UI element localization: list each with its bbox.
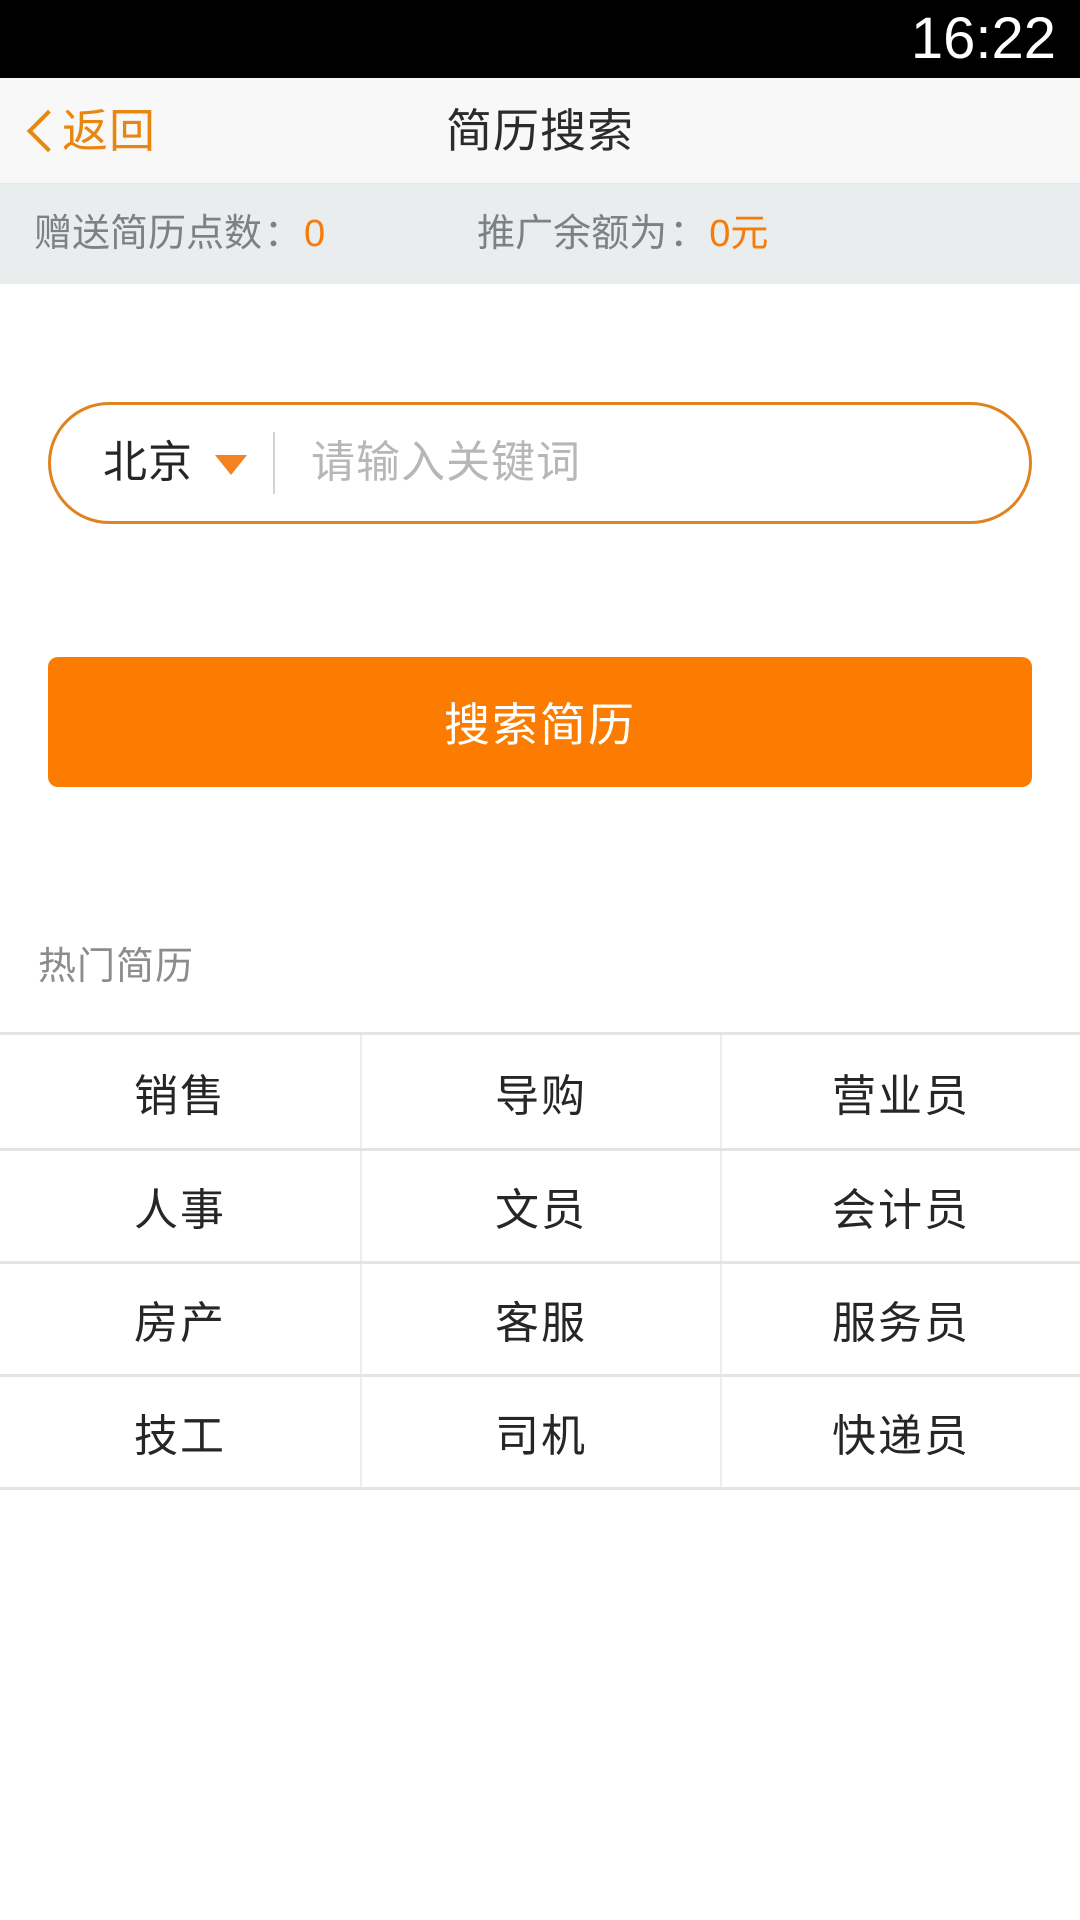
promotion-balance-value: 0 — [709, 213, 731, 255]
resume-points-colon: ： — [264, 213, 303, 255]
hot-category-cell[interactable]: 技工 — [0, 1377, 360, 1487]
hot-resumes-row: 销售 导购 营业员 — [0, 1035, 1080, 1148]
hot-category-cell[interactable]: 服务员 — [720, 1264, 1080, 1374]
hot-category-cell[interactable]: 销售 — [0, 1035, 360, 1148]
hot-category-cell[interactable]: 会计员 — [720, 1151, 1080, 1261]
status-bar: 16:22 — [0, 0, 1080, 78]
hot-resumes-row: 房产 客服 服务员 — [0, 1261, 1080, 1374]
back-button-label: 返回 — [62, 104, 156, 157]
promotion-balance-label: 推广余额为 — [477, 213, 668, 255]
resume-points-value: 0 — [304, 213, 326, 255]
back-button[interactable]: 返回 — [0, 78, 156, 183]
status-bar-clock: 16:22 — [910, 6, 1056, 71]
hot-category-cell[interactable]: 司机 — [360, 1377, 720, 1487]
hot-resumes-title: 热门简历 — [38, 946, 195, 988]
hot-category-cell[interactable]: 文员 — [360, 1151, 720, 1261]
hot-category-cell[interactable]: 人事 — [0, 1151, 360, 1261]
resume-points-label: 赠送简历点数 — [34, 213, 263, 255]
hot-resumes-row: 人事 文员 会计员 — [0, 1148, 1080, 1261]
account-info-bar: 赠送简历点数 ： 0 推广余额为 ： 0 元 — [0, 184, 1080, 284]
caret-down-icon — [215, 455, 247, 475]
hot-category-cell[interactable]: 房产 — [0, 1264, 360, 1374]
search-resume-button[interactable]: 搜索简历 — [48, 657, 1032, 787]
resume-points-info: 赠送简历点数 ： 0 — [34, 215, 325, 253]
navigation-bar: 返回 简历搜索 — [0, 78, 1080, 184]
main-content: 北京 搜索简历 热门简历 销售 导购 营业员 人事 文员 会计员 房产 客 — [0, 402, 1080, 1490]
promotion-balance-unit: 元 — [730, 213, 769, 255]
page-title: 简历搜索 — [446, 104, 634, 157]
search-bar: 北京 — [48, 402, 1032, 524]
city-selector-value: 北京 — [103, 438, 193, 487]
hot-resumes-grid: 销售 导购 营业员 人事 文员 会计员 房产 客服 服务员 技工 司机 快递员 — [0, 1032, 1080, 1490]
promotion-balance-info: 推广余额为 ： 0 元 — [477, 215, 768, 253]
promotion-balance-colon: ： — [669, 213, 708, 255]
chevron-left-icon — [26, 109, 52, 153]
hot-resumes-row: 技工 司机 快递员 — [0, 1374, 1080, 1487]
app-screen: 16:22 返回 简历搜索 赠送简历点数 ： 0 推广余额为 ： 0 元 北京 — [0, 0, 1080, 1920]
hot-category-cell[interactable]: 客服 — [360, 1264, 720, 1374]
keyword-input[interactable] — [275, 405, 1029, 521]
hot-category-cell[interactable]: 营业员 — [720, 1035, 1080, 1148]
hot-category-cell[interactable]: 快递员 — [720, 1377, 1080, 1487]
hot-category-cell[interactable]: 导购 — [360, 1035, 720, 1148]
city-selector[interactable]: 北京 — [51, 405, 273, 521]
